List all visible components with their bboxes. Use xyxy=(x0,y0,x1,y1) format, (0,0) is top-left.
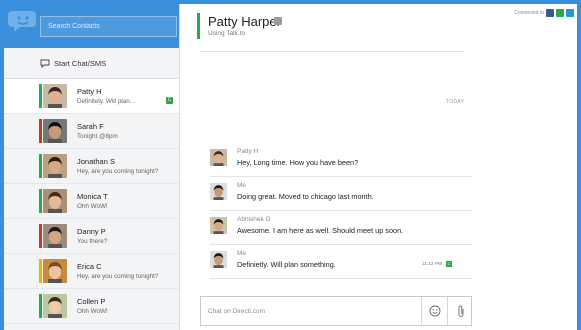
avatar xyxy=(43,259,67,283)
status-indicator xyxy=(39,154,42,178)
contact-last-message: Tonight @8pm xyxy=(77,133,118,140)
contact-name: Monica T xyxy=(77,192,108,201)
avatar xyxy=(43,294,67,318)
message-time: 11:12 PM xyxy=(421,262,442,267)
message-item: Patty H Hey, Long time. How you have been… xyxy=(210,144,472,177)
start-chat-label: Start Chat/SMS xyxy=(54,58,107,68)
message-text: Awesome. I am here as well. Should meet … xyxy=(237,226,404,235)
status-indicator xyxy=(39,259,42,283)
avatar xyxy=(43,224,67,248)
contact-name: Collen P xyxy=(77,297,106,306)
start-chat-button[interactable]: Start Chat/SMS xyxy=(4,48,179,79)
message-sender: Me xyxy=(237,182,247,189)
composer xyxy=(200,296,472,326)
contact-item[interactable]: Sarah F Tonight @8pm xyxy=(4,114,179,149)
message-sender: Abhishek G xyxy=(237,216,271,223)
talkto-icon[interactable] xyxy=(566,9,574,17)
search-input[interactable] xyxy=(40,16,177,37)
contact-last-message: You there? xyxy=(77,238,108,245)
avatar xyxy=(43,154,67,178)
avatar xyxy=(43,84,67,108)
contact-name: Jonathan S xyxy=(77,157,115,166)
status-indicator xyxy=(39,84,42,108)
sidebar: Start Chat/SMS Patty H Definitely. Will p… xyxy=(4,4,180,330)
status-indicator xyxy=(39,119,42,143)
avatar xyxy=(43,189,67,213)
message-item: Abhishek G Awesome. I am here as well. Sh… xyxy=(210,212,472,245)
contact-name: Danny P xyxy=(77,227,106,236)
chat-bubble-icon xyxy=(40,59,50,68)
conversation-panel: Patty Harper Using Talk.to Connected to … xyxy=(181,4,577,330)
contact-item[interactable]: Jonathan S Hey, are you coming tonight? xyxy=(4,149,179,184)
contact-name: Sarah F xyxy=(77,122,104,131)
message-text: Definietly. Will plan something. xyxy=(237,260,336,269)
contact-last-message: Ohh WoW! xyxy=(77,203,108,210)
status-indicator xyxy=(39,189,42,213)
avatar xyxy=(210,149,227,166)
message-item: Me Definietly. Will plan something. 11:12 … xyxy=(210,246,472,279)
contact-card-icon[interactable] xyxy=(274,17,282,25)
gtalk-icon[interactable] xyxy=(556,9,564,17)
avatar xyxy=(210,217,227,234)
contact-name: Erica C xyxy=(77,262,102,271)
contact-list: Patty H Definitely. Will plan... C Sarah F T… xyxy=(4,79,179,324)
contact-item[interactable]: Monica T Ohh WoW! xyxy=(4,184,179,219)
contact-last-message: Hey, are you coming tonight? xyxy=(77,273,159,280)
message-item: Me Doing great. Moved to chicago last mon… xyxy=(210,178,472,211)
facebook-icon[interactable] xyxy=(546,9,554,17)
channel-badge: C xyxy=(166,97,173,104)
contact-last-message: Definitely. Will plan... xyxy=(77,98,135,105)
page-subtitle: Using Talk.to xyxy=(208,30,246,37)
status-indicator xyxy=(39,294,42,318)
status-indicator xyxy=(39,224,42,248)
avatar xyxy=(210,183,227,200)
avatar xyxy=(43,119,67,143)
message-text: Doing great. Moved to chicago last month… xyxy=(237,192,374,201)
page-title: Patty Harper xyxy=(208,14,281,29)
presence-bar xyxy=(197,13,200,39)
contact-item[interactable]: Danny P You there? xyxy=(4,219,179,254)
smiley-icon xyxy=(429,305,441,317)
message-sender: Patty H xyxy=(237,148,259,155)
contact-item[interactable]: Patty H Definitely. Will plan... C xyxy=(4,79,179,114)
message-sender: Me xyxy=(237,250,247,257)
avatar xyxy=(210,251,227,268)
chat-input[interactable] xyxy=(201,297,422,325)
emoji-button[interactable] xyxy=(423,297,448,325)
message-text: Hey, Long time. How you have been? xyxy=(237,158,359,167)
chat-logo-icon xyxy=(8,11,36,32)
contact-item[interactable]: Collen P Ohh WoW! xyxy=(4,289,179,324)
paperclip-icon xyxy=(458,305,463,317)
connected-label: Connected to xyxy=(514,10,544,16)
sidebar-header xyxy=(4,4,179,48)
day-separator: TODAY xyxy=(446,99,465,105)
app-window: Start Chat/SMS Patty H Definitely. Will p… xyxy=(4,4,577,330)
contact-name: Patty H xyxy=(77,87,102,96)
contact-last-message: Hey, are you coming tonight? xyxy=(77,168,159,175)
contact-last-message: Ohh WoW! xyxy=(77,308,108,315)
contact-item[interactable]: Erica C Hey, are you coming tonight? xyxy=(4,254,179,289)
attach-button[interactable] xyxy=(448,297,473,325)
channel-badge: C xyxy=(446,261,452,267)
divider xyxy=(200,51,465,52)
